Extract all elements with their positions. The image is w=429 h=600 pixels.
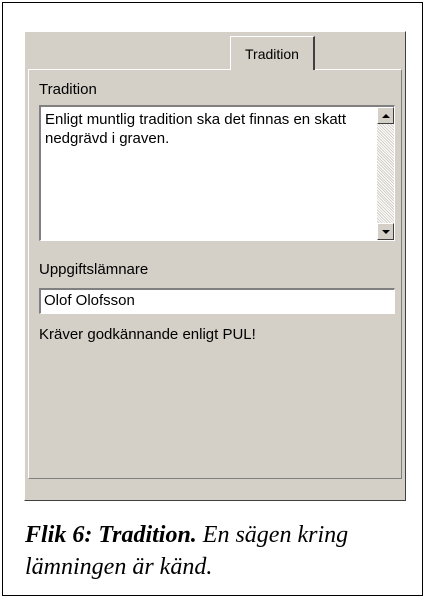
informant-field[interactable]: Olof Olofsson	[39, 288, 395, 314]
caption-title: Flik 6: Tradition.	[25, 522, 197, 548]
figure-caption: Flik 6: Tradition. En sägen kring lämnin…	[25, 519, 415, 583]
scroll-down-button[interactable]	[377, 223, 394, 240]
tradition-text[interactable]: Enligt muntlig tradition ska det finnas …	[45, 110, 357, 148]
tab-tradition-label: Tradition	[245, 45, 299, 62]
tradition-label: Tradition	[39, 81, 97, 98]
scroll-up-button[interactable]	[377, 107, 394, 124]
tab-panel: Tradition Enligt muntlig tradition ska d…	[28, 69, 402, 479]
vertical-scrollbar[interactable]	[377, 107, 394, 240]
pul-notice: Kräver godkännande enligt PUL!	[39, 326, 256, 343]
arrow-down-icon	[381, 229, 390, 234]
tradition-memo[interactable]: Enligt muntlig tradition ska det finnas …	[39, 105, 395, 241]
arrow-up-icon	[381, 113, 390, 118]
tab-tradition[interactable]: Tradition	[230, 36, 315, 70]
informant-label: Uppgiftslämnare	[39, 261, 149, 278]
